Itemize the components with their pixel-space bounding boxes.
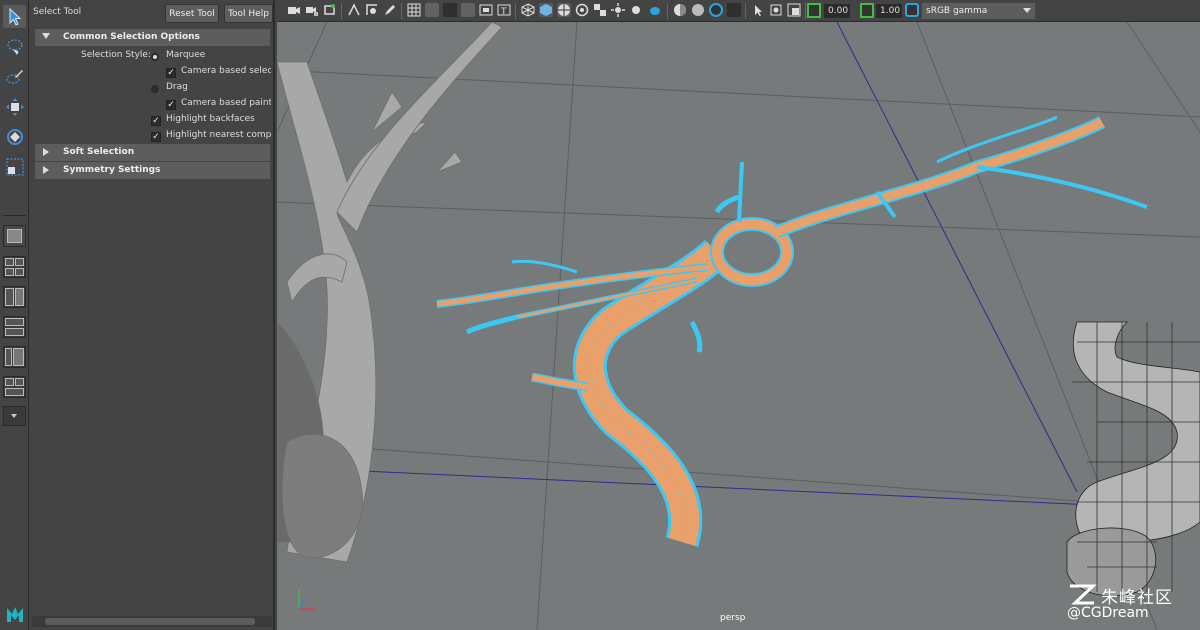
isolate-select-icon[interactable] xyxy=(751,3,765,17)
single-pane-layout-button[interactable] xyxy=(3,225,26,247)
bookmark-icon[interactable] xyxy=(323,3,337,17)
field-chart-icon[interactable] xyxy=(461,3,475,17)
highlight-nearest-label: Highlight nearest compo xyxy=(166,130,271,140)
camera-name-label: persp xyxy=(720,613,746,623)
drag-option[interactable]: Drag xyxy=(150,82,270,96)
two-pane-stacked-layout-button[interactable] xyxy=(3,316,26,338)
camera-based-paint-option[interactable]: ✓ Camera based paint s xyxy=(165,98,271,112)
default-material-icon[interactable] xyxy=(593,3,607,17)
color-management-icon[interactable] xyxy=(905,3,919,17)
watermark: 朱峰社区 @CGDream xyxy=(1065,583,1195,627)
3d-scene[interactable] xyxy=(277,22,1200,630)
textured-icon[interactable] xyxy=(611,3,625,17)
grid-icon[interactable] xyxy=(407,3,421,17)
highlight-backfaces-option[interactable]: ✓ Highlight backfaces xyxy=(150,114,271,128)
scrollbar-thumb[interactable] xyxy=(45,618,255,625)
screen-space-ao-icon[interactable] xyxy=(673,3,687,17)
grease-pencil-icon[interactable] xyxy=(383,3,397,17)
smooth-shade-icon[interactable] xyxy=(539,3,553,17)
use-all-lights-icon[interactable] xyxy=(629,3,643,17)
graph-editor-layout-button[interactable] xyxy=(3,376,26,398)
anti-aliasing-icon[interactable] xyxy=(709,3,723,17)
right-wireframe-model[interactable] xyxy=(1066,321,1200,597)
viewport-toolbar: T 0.00 1.00 sRGB gamma xyxy=(277,0,1200,22)
motion-blur-icon[interactable] xyxy=(691,3,705,17)
toolbox xyxy=(0,0,29,630)
chevron-down-icon xyxy=(1023,8,1031,13)
drag-radio[interactable] xyxy=(151,85,159,93)
depth-of-field-icon[interactable] xyxy=(727,3,741,17)
marquee-label: Marquee xyxy=(166,50,206,60)
tool-settings-title: Select Tool xyxy=(33,7,82,17)
select-tool-icon[interactable] xyxy=(3,5,26,28)
xray-components-icon[interactable] xyxy=(787,3,801,17)
camera-lock-icon[interactable] xyxy=(305,3,319,17)
svg-text:T: T xyxy=(500,7,507,17)
drag-label: Drag xyxy=(166,82,188,92)
camera-based-selection-option[interactable]: ✓ Camera based selecti xyxy=(165,66,271,80)
expand-arrow-icon xyxy=(43,148,49,156)
tool-settings-header: Select Tool Reset Tool Tool Help xyxy=(30,0,275,25)
highlight-backfaces-checkbox[interactable]: ✓ xyxy=(151,116,161,126)
camera-icon[interactable] xyxy=(287,3,301,17)
maya-logo-icon xyxy=(3,602,26,625)
xray-icon[interactable] xyxy=(575,3,589,17)
wireframe-on-shaded-icon[interactable] xyxy=(557,3,571,17)
section-label: Common Selection Options xyxy=(63,32,200,42)
tool-settings-panel: Select Tool Reset Tool Tool Help Common … xyxy=(30,0,275,630)
common-selection-options-header[interactable]: Common Selection Options xyxy=(35,29,270,46)
tool-help-button[interactable]: Tool Help xyxy=(224,4,273,23)
watermark-logo-icon xyxy=(1070,584,1097,605)
exposure-field[interactable]: 0.00 xyxy=(824,4,850,18)
soft-selection-header[interactable]: Soft Selection xyxy=(35,144,270,161)
rotate-tool-icon[interactable] xyxy=(3,125,26,148)
camera-based-selection-label: Camera based selecti xyxy=(181,66,271,76)
move-tool-icon[interactable] xyxy=(3,95,26,118)
safe-action-icon[interactable] xyxy=(479,3,493,17)
section-label: Symmetry Settings xyxy=(63,165,161,175)
selection-style-label: Selection Style: xyxy=(81,50,151,60)
2d-pan-zoom-icon[interactable] xyxy=(365,3,379,17)
watermark-line2: @CGDream xyxy=(1067,605,1149,621)
marquee-option[interactable]: Marquee xyxy=(150,50,270,64)
resolution-gate-icon[interactable] xyxy=(425,3,439,17)
viewport-panel[interactable]: T 0.00 1.00 sRGB gamma persp xyxy=(277,0,1200,630)
maya-window: Select Tool Reset Tool Tool Help Common … xyxy=(0,0,1200,630)
view-axis-icon xyxy=(298,590,315,610)
custom-layout-button[interactable] xyxy=(3,406,26,426)
four-pane-layout-button[interactable] xyxy=(3,256,26,278)
scale-tool-icon[interactable] xyxy=(3,155,26,178)
two-pane-side-layout-button[interactable] xyxy=(3,286,26,308)
gamma-field[interactable]: 1.00 xyxy=(876,4,902,18)
safe-title-icon[interactable]: T xyxy=(497,3,511,17)
gate-mask-icon[interactable] xyxy=(443,3,457,17)
expand-arrow-icon xyxy=(43,166,49,174)
grid-axis-lines xyxy=(277,22,1200,511)
reset-tool-button[interactable]: Reset Tool xyxy=(165,4,219,23)
outliner-persp-layout-button[interactable] xyxy=(3,346,26,368)
collapse-arrow-icon xyxy=(42,33,50,39)
view-transform-value: sRGB gamma xyxy=(926,6,988,16)
wireframe-icon[interactable] xyxy=(521,3,535,17)
paint-select-tool-icon[interactable] xyxy=(3,65,26,88)
section-label: Soft Selection xyxy=(63,147,135,157)
highlight-backfaces-label: Highlight backfaces xyxy=(166,114,255,124)
image-plane-icon[interactable] xyxy=(347,3,361,17)
shadows-icon[interactable] xyxy=(647,3,661,17)
grey-tree-model[interactable] xyxy=(277,22,503,563)
gamma-icon[interactable] xyxy=(860,3,874,18)
view-transform-select[interactable]: sRGB gamma xyxy=(922,3,1035,19)
xray-joints-icon[interactable] xyxy=(769,3,783,17)
lasso-tool-icon[interactable] xyxy=(3,35,26,58)
exposure-icon[interactable] xyxy=(807,3,821,18)
selected-branch-model[interactable] xyxy=(436,115,1148,547)
camera-based-paint-checkbox[interactable]: ✓ xyxy=(166,100,176,110)
marquee-radio[interactable] xyxy=(151,53,159,61)
symmetry-settings-header[interactable]: Symmetry Settings xyxy=(35,162,270,179)
camera-based-selection-checkbox[interactable]: ✓ xyxy=(166,68,176,78)
highlight-nearest-checkbox[interactable]: ✓ xyxy=(151,132,161,142)
camera-based-paint-label: Camera based paint s xyxy=(181,98,271,108)
horizontal-scrollbar[interactable] xyxy=(32,616,272,627)
highlight-nearest-option[interactable]: ✓ Highlight nearest compo xyxy=(150,130,271,144)
